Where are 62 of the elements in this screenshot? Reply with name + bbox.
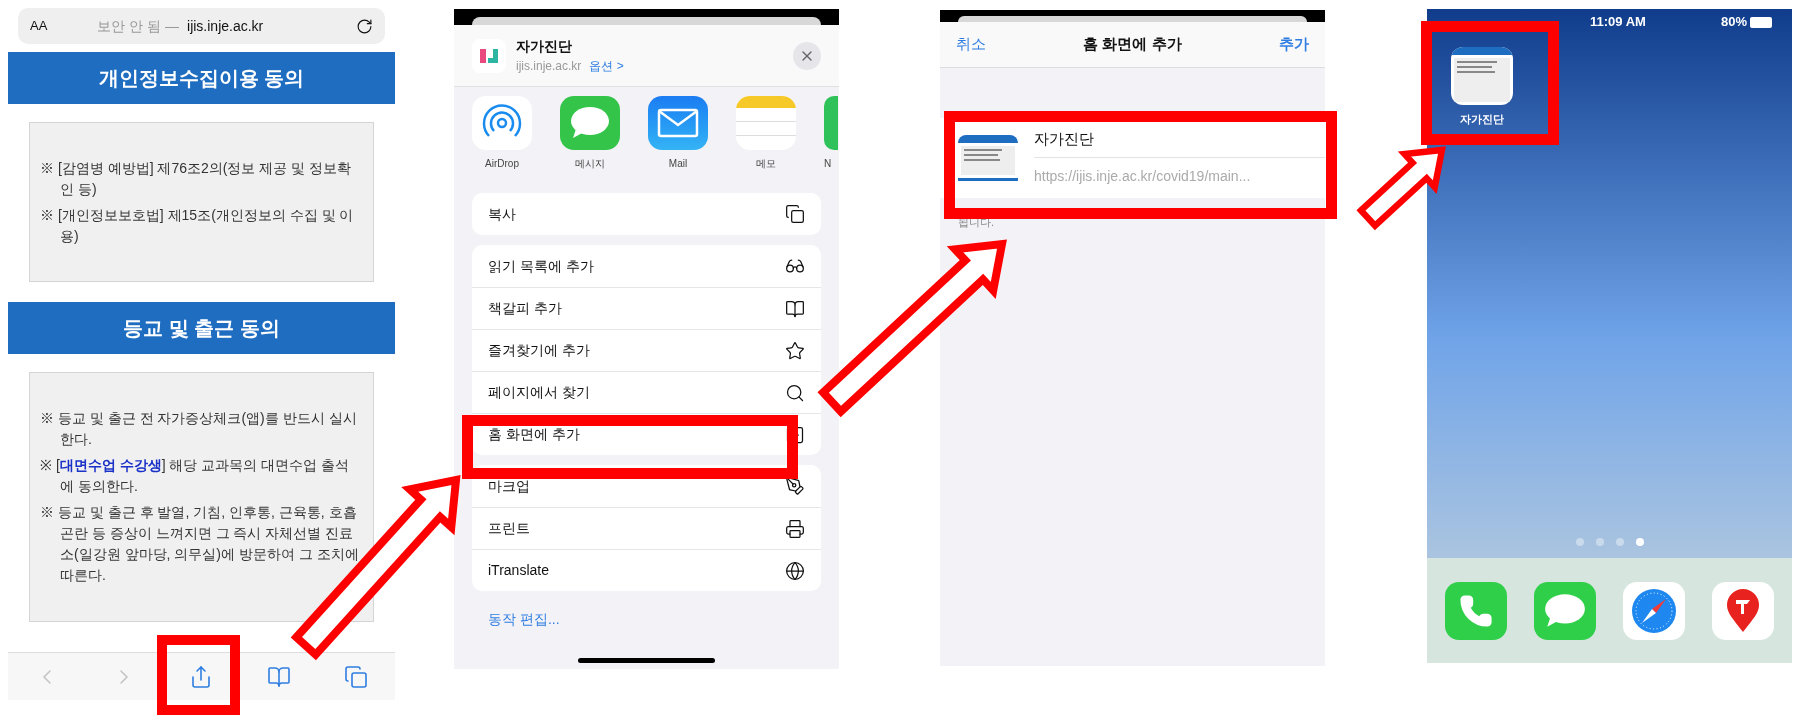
notice-text: ※ 등교 및 출근 후 발열, 기침, 인후통, 근육통, 호흡곤란 등 증상이 느껴지면 그 즉시 자체선별 진료소(일강원 앞마당, 의무실)에 방문하여 그 조치에 따른다. [40,503,360,585]
notice-text: ※ [대면수업 수강생] 해당 교과목의 대면수업 출석에 동의한다. [40,456,351,496]
url-text: https://ijis.inje.ac.kr/covid19/main... [1034,166,1252,186]
reload-icon[interactable] [356,17,373,35]
star-icon [785,340,805,361]
app-icon[interactable] [824,96,838,150]
tabs-icon[interactable] [344,664,369,689]
name-field[interactable]: 자가진단 [1034,122,1325,158]
page-title: 자가진단 [516,37,573,56]
notice-text: ※ [개인정보보호법] 제15조(개인정보의 수집 및 이용) [40,205,355,246]
action-row[interactable]: 페이지에서 찾기 [472,371,821,413]
security-label: 보안 안 됨 — [97,16,179,36]
action-row[interactable]: 프린트 [472,507,821,549]
app-label: AirDrop [485,157,519,171]
battery-icon [1750,16,1772,28]
battery-text: 80% [1720,13,1747,32]
search-icon [785,382,805,403]
copy-icon [785,204,805,224]
address-bar[interactable]: AA 보안 안 됨 — ijis.inje.ac.kr [18,8,385,44]
app-label: N [824,157,832,171]
edit-actions-link[interactable]: 동작 편집... [488,609,805,630]
globe-icon [785,560,805,581]
action-row[interactable]: 복사 [472,193,821,235]
notice-text: ※ [감염병 예방법] 제76조2의(정보 제공 및 정보확인 등) [40,158,353,199]
clock-text: 11:09 AM [1590,13,1646,32]
airdrop-icon[interactable] [472,96,532,150]
action-row[interactable]: 마크업 [472,465,821,507]
notice-text: ※ 등교 및 출근 전 자가증상체크(앱)를 반드시 실시한다. [40,409,358,449]
site-logo-icon [472,38,506,73]
close-button[interactable] [793,41,821,70]
app-label: 메시지 [575,157,605,171]
add-button[interactable]: 추가 [1279,33,1309,56]
domain-text: ijis.inje.ac.kr [187,16,264,36]
compass-icon[interactable] [1623,581,1685,640]
domain-text: ijis.inje.ac.kr [516,58,582,75]
app-label: 메모 [756,157,776,171]
notes-icon[interactable] [736,96,796,150]
action-row[interactable]: 책갈피 추가 [472,287,821,329]
phone-icon[interactable] [1445,581,1507,640]
book-icon [785,298,805,319]
map-pin-icon[interactable] [1712,581,1774,640]
options-link[interactable]: 옵션 > [589,57,624,75]
app-label: Mail [668,157,688,171]
action-row[interactable]: 즐겨찾기에 추가 [472,329,821,371]
cancel-button[interactable]: 취소 [956,33,986,56]
page-thumbnail [958,135,1018,181]
printer-icon [785,518,805,539]
book-icon[interactable] [266,664,291,689]
text-size-button[interactable]: AA [30,16,48,36]
action-row[interactable]: iTranslate [472,549,821,591]
chat-bubble-icon[interactable] [1534,581,1596,640]
chat-bubble-icon[interactable] [560,96,620,150]
page-thumbnail [1451,47,1513,105]
caption-text: 됩니다. [958,215,996,230]
screen-title: 홈 화면에 추가 [1083,34,1182,55]
envelope-icon[interactable] [648,96,708,150]
section-header: 개인정보수집이용 동의 [8,52,395,104]
action-row[interactable]: 홈 화면에 추가 [472,413,821,455]
section-header: 등교 및 출근 동의 [8,302,395,354]
action-row[interactable]: 읽기 목록에 추가 [472,245,821,287]
markup-icon [785,476,805,496]
app-label: 자가진단 [1460,112,1504,127]
